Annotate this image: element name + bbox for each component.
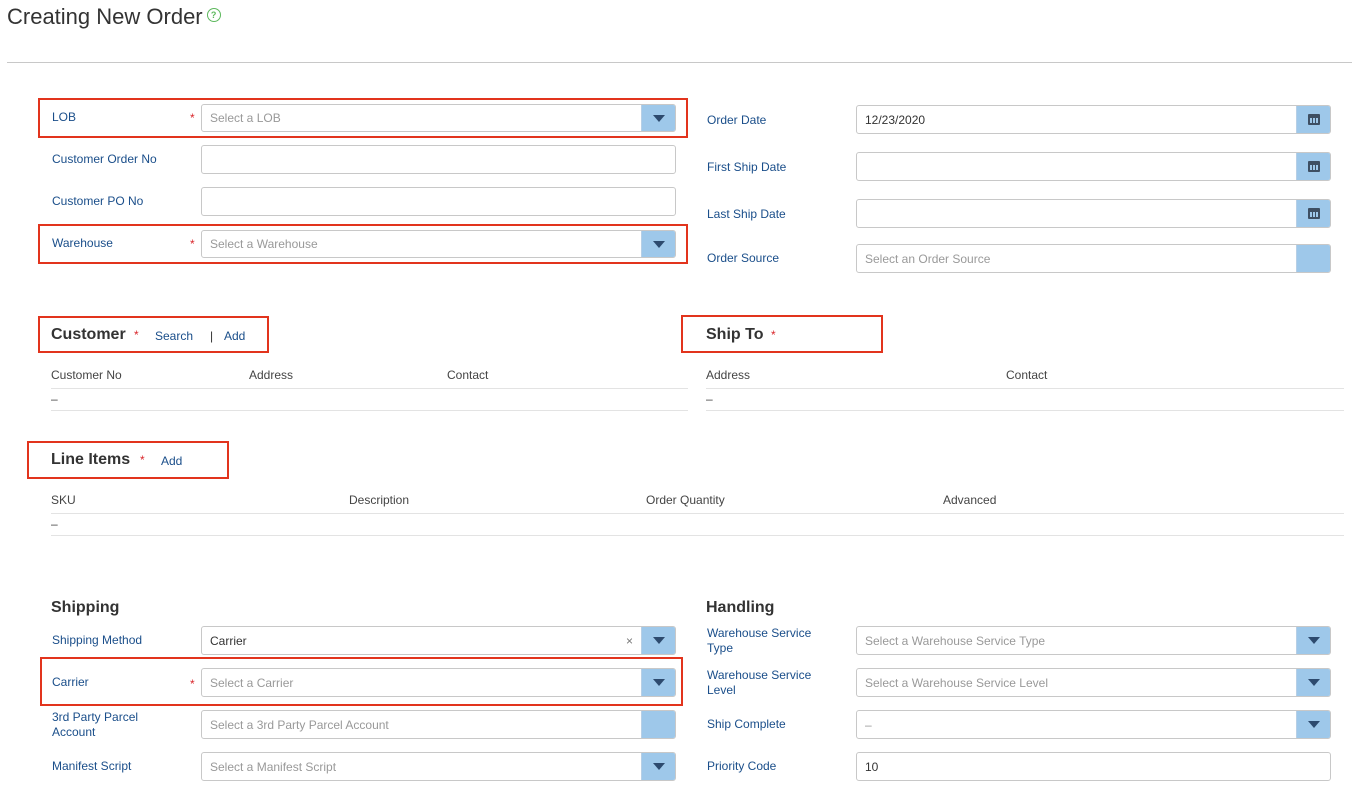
chevron-down-icon	[1307, 679, 1320, 686]
ship-to-required-mark: *	[771, 328, 776, 342]
chevron-down-icon	[652, 679, 665, 686]
carrier-required-mark: *	[190, 677, 195, 691]
customer-po-no-label: Customer PO No	[52, 194, 144, 208]
warehouse-service-level-select[interactable]: Select a Warehouse Service Level	[856, 668, 1331, 697]
customer-po-no-input[interactable]	[201, 187, 676, 216]
customer-order-no-label: Customer Order No	[52, 152, 157, 166]
calendar-icon	[1307, 114, 1320, 125]
first-ship-date-calendar-button[interactable]	[1296, 153, 1330, 180]
ship-to-section-title: Ship To	[706, 326, 764, 343]
order-date-calendar-button[interactable]	[1296, 106, 1330, 133]
warehouse-service-type-select[interactable]: Select a Warehouse Service Type	[856, 626, 1331, 655]
chevron-down-icon	[652, 114, 665, 122]
lob-select[interactable]: Select a LOB	[201, 104, 676, 132]
last-ship-date-label: Last Ship Date	[707, 207, 786, 221]
customer-order-no-input[interactable]	[201, 145, 676, 174]
manifest-script-label: Manifest Script	[52, 759, 132, 773]
third-party-parcel-label: 3rd Party Parcel Account	[52, 710, 139, 739]
chevron-down-icon	[652, 637, 665, 644]
clear-icon[interactable]: ×	[626, 634, 633, 648]
chevron-down-icon	[1307, 721, 1320, 728]
page-title: Creating New Order?	[7, 4, 221, 30]
customer-empty-row: –	[51, 392, 58, 406]
shipping-method-dropdown-button[interactable]	[641, 627, 675, 654]
order-source-label: Order Source	[707, 251, 780, 265]
manifest-script-dropdown-button[interactable]	[641, 753, 675, 780]
ship-complete-select[interactable]: –	[856, 710, 1331, 739]
line-items-empty-row: –	[51, 517, 58, 531]
customer-search-link[interactable]: Search	[155, 329, 193, 343]
header-divider	[7, 62, 1352, 63]
line-items-col-description: Description	[349, 493, 410, 507]
chevron-down-icon	[652, 240, 665, 248]
line-items-col-order-quantity: Order Quantity	[646, 493, 725, 507]
customer-required-mark: *	[134, 328, 139, 342]
ship-to-col-contact: Contact	[1006, 368, 1048, 382]
line-items-col-sku: SKU	[51, 493, 76, 507]
order-date-input[interactable]: 12/23/2020	[856, 105, 1331, 134]
manifest-script-select[interactable]: Select a Manifest Script	[201, 752, 676, 781]
lob-label: LOB	[52, 110, 77, 124]
first-ship-date-label: First Ship Date	[707, 160, 787, 174]
order-date-label: Order Date	[707, 113, 767, 127]
priority-code-label: Priority Code	[707, 759, 777, 773]
warehouse-service-level-dropdown-button[interactable]	[1296, 669, 1330, 696]
customer-col-contact: Contact	[447, 368, 489, 382]
customer-section-title: Customer	[51, 326, 126, 343]
warehouse-label: Warehouse	[52, 236, 113, 250]
warehouse-select[interactable]: Select a Warehouse	[201, 230, 676, 258]
order-source-dropdown-button[interactable]	[1296, 245, 1330, 272]
help-icon[interactable]: ?	[206, 8, 221, 22]
handling-section-title: Handling	[706, 599, 775, 616]
warehouse-required-mark: *	[190, 237, 195, 251]
shipping-method-label: Shipping Method	[52, 633, 143, 647]
ship-complete-label: Ship Complete	[707, 717, 786, 731]
customer-add-link[interactable]: Add	[224, 329, 245, 343]
third-party-parcel-dropdown-button[interactable]	[641, 711, 675, 738]
last-ship-date-calendar-button[interactable]	[1296, 200, 1330, 227]
lob-required-mark: *	[190, 111, 195, 125]
line-items-row-divider	[51, 535, 1344, 536]
priority-code-input[interactable]: 10	[856, 752, 1331, 781]
chevron-down-icon	[1307, 637, 1320, 644]
last-ship-date-input[interactable]	[856, 199, 1331, 228]
carrier-dropdown-button[interactable]	[641, 669, 675, 696]
line-items-required-mark: *	[140, 453, 145, 467]
lob-dropdown-button[interactable]	[641, 105, 675, 131]
customer-header-divider	[51, 388, 688, 389]
warehouse-service-level-label: Warehouse Service Level	[707, 668, 812, 697]
warehouse-dropdown-button[interactable]	[641, 231, 675, 257]
third-party-parcel-select[interactable]: Select a 3rd Party Parcel Account	[201, 710, 676, 739]
first-ship-date-input[interactable]	[856, 152, 1331, 181]
customer-link-separator: |	[210, 329, 214, 343]
ship-complete-dropdown-button[interactable]	[1296, 711, 1330, 738]
line-items-section-title: Line Items	[51, 451, 131, 468]
customer-col-customer-no: Customer No	[51, 368, 122, 382]
chevron-down-icon	[652, 763, 665, 770]
ship-to-header-divider	[706, 388, 1344, 389]
ship-to-empty-row: –	[706, 392, 713, 406]
ship-to-row-divider	[706, 410, 1344, 411]
line-items-col-advanced: Advanced	[943, 493, 997, 507]
ship-to-col-address: Address	[706, 368, 751, 382]
order-source-select[interactable]: Select an Order Source	[856, 244, 1331, 273]
line-items-header-divider	[51, 513, 1344, 514]
shipping-section-title: Shipping	[51, 599, 120, 616]
warehouse-service-type-label: Warehouse Service Type	[707, 626, 812, 655]
line-items-add-link[interactable]: Add	[161, 454, 182, 468]
calendar-icon	[1307, 161, 1320, 172]
customer-row-divider	[51, 410, 688, 411]
carrier-select[interactable]: Select a Carrier	[201, 668, 676, 697]
calendar-icon	[1307, 208, 1320, 219]
customer-col-address: Address	[249, 368, 294, 382]
shipping-method-select[interactable]: Carrier ×	[201, 626, 676, 655]
warehouse-service-type-dropdown-button[interactable]	[1296, 627, 1330, 654]
carrier-label: Carrier	[52, 675, 89, 689]
